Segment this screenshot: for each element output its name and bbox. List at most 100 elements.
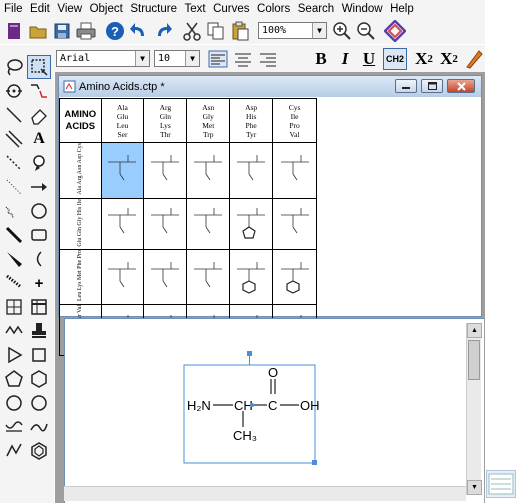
structure-cell[interactable] bbox=[186, 249, 231, 306]
minimize-button[interactable] bbox=[395, 79, 417, 93]
hash-bond-icon[interactable] bbox=[2, 175, 26, 199]
align-center-icon[interactable] bbox=[232, 48, 254, 70]
marquee-icon[interactable] bbox=[27, 55, 51, 79]
align-left-icon[interactable] bbox=[207, 48, 229, 70]
structure-cell[interactable] bbox=[229, 197, 274, 251]
hashed-wedge-icon[interactable] bbox=[2, 271, 26, 295]
double-bond-icon[interactable] bbox=[2, 127, 26, 151]
menu-search[interactable]: Search bbox=[298, 3, 334, 15]
chevron-down-icon[interactable]: ▼ bbox=[135, 51, 149, 66]
structure-cell[interactable] bbox=[186, 142, 231, 199]
arc-icon[interactable] bbox=[27, 199, 51, 223]
superscript-button[interactable]: X2 bbox=[437, 48, 461, 70]
eraser-icon[interactable] bbox=[27, 103, 51, 127]
subscript-button[interactable]: X2 bbox=[412, 48, 436, 70]
chain-icon[interactable] bbox=[27, 79, 51, 103]
orbital-icon[interactable] bbox=[27, 151, 51, 175]
zoom-in-icon[interactable] bbox=[331, 20, 353, 42]
structure-cell[interactable] bbox=[143, 249, 188, 306]
zoom-out-icon[interactable] bbox=[355, 20, 377, 42]
redo-icon[interactable] bbox=[152, 20, 174, 42]
menu-text[interactable]: Text bbox=[185, 3, 206, 15]
cut-icon[interactable] bbox=[181, 20, 203, 42]
structure-cell[interactable] bbox=[229, 249, 274, 306]
cyclopentane-icon[interactable] bbox=[2, 415, 26, 439]
menu-structure[interactable]: Structure bbox=[130, 3, 177, 15]
undo-icon[interactable] bbox=[128, 20, 150, 42]
vertical-scrollbar[interactable]: ▲ ▼ bbox=[466, 323, 482, 495]
charge-icon[interactable]: + bbox=[27, 271, 51, 295]
italic-button[interactable]: I bbox=[334, 48, 356, 70]
pentagon-icon[interactable] bbox=[2, 367, 26, 391]
diamond-icon[interactable] bbox=[384, 20, 406, 42]
open-icon[interactable] bbox=[27, 20, 49, 42]
paste-icon[interactable] bbox=[229, 20, 251, 42]
align-right-icon[interactable] bbox=[257, 48, 279, 70]
scroll-up-icon[interactable]: ▲ bbox=[467, 323, 482, 338]
structure-cell[interactable] bbox=[272, 197, 317, 251]
structure-cell[interactable] bbox=[100, 142, 145, 199]
box-icon[interactable] bbox=[27, 223, 51, 247]
close-button[interactable] bbox=[447, 79, 475, 93]
table-icon[interactable] bbox=[27, 295, 51, 319]
structure-cell[interactable] bbox=[100, 249, 145, 306]
save-icon[interactable] bbox=[51, 20, 73, 42]
print-icon[interactable] bbox=[75, 20, 97, 42]
menu-file[interactable]: File bbox=[4, 3, 23, 15]
circle-icon[interactable] bbox=[2, 391, 26, 415]
preview-thumbnail[interactable] bbox=[486, 470, 516, 498]
arrow-icon[interactable] bbox=[27, 175, 51, 199]
structure-cell[interactable] bbox=[272, 249, 317, 306]
template-icon[interactable] bbox=[2, 439, 26, 463]
bracket-icon[interactable] bbox=[27, 247, 51, 271]
chemical-style-button[interactable]: CH2 bbox=[383, 48, 407, 70]
triangle-icon[interactable] bbox=[2, 343, 26, 367]
resize-handle[interactable] bbox=[312, 460, 317, 465]
chain-tool-icon[interactable] bbox=[2, 319, 26, 343]
stamp-icon[interactable] bbox=[27, 319, 51, 343]
text-tool-icon[interactable]: A bbox=[27, 127, 51, 151]
new-document-icon[interactable] bbox=[3, 20, 25, 42]
hexagon-ring-icon[interactable] bbox=[27, 439, 51, 463]
hexagon-icon[interactable] bbox=[27, 367, 51, 391]
wedge-bond-icon[interactable] bbox=[2, 247, 26, 271]
structure-cell[interactable] bbox=[272, 142, 317, 199]
dashed-bond-icon[interactable] bbox=[2, 151, 26, 175]
menu-colors[interactable]: Colors bbox=[257, 3, 290, 15]
alanine-structure[interactable]: H₂N CH C OH O CH₃ bbox=[175, 339, 335, 479]
structure-cell[interactable] bbox=[186, 197, 231, 251]
scroll-down-icon[interactable]: ▼ bbox=[467, 480, 482, 495]
horizontal-scrollbar[interactable] bbox=[64, 486, 466, 501]
menu-window[interactable]: Window bbox=[342, 3, 383, 15]
chevron-down-icon[interactable]: ▼ bbox=[185, 51, 199, 66]
drawing-window[interactable]: H₂N CH C OH O CH₃ bbox=[64, 318, 484, 503]
structure-cell[interactable] bbox=[143, 142, 188, 199]
bold-bond-icon[interactable] bbox=[2, 223, 26, 247]
document-canvas-blank[interactable] bbox=[319, 98, 481, 316]
grid-icon[interactable] bbox=[2, 295, 26, 319]
copy-icon[interactable] bbox=[205, 20, 227, 42]
structure-cell[interactable] bbox=[143, 197, 188, 251]
document-title-bar[interactable]: Amino Acids.ctp * bbox=[59, 76, 481, 97]
structure-cell[interactable] bbox=[100, 197, 145, 251]
structure-cell[interactable] bbox=[229, 142, 274, 199]
menu-edit[interactable]: Edit bbox=[30, 3, 50, 15]
underline-button[interactable]: U bbox=[358, 48, 380, 70]
menu-help[interactable]: Help bbox=[390, 3, 414, 15]
square-icon[interactable] bbox=[27, 343, 51, 367]
help-icon[interactable]: ? bbox=[104, 20, 126, 42]
curve-icon[interactable] bbox=[27, 415, 51, 439]
bond-icon[interactable] bbox=[2, 103, 26, 127]
octagon-icon[interactable] bbox=[27, 391, 51, 415]
rotate-icon[interactable] bbox=[2, 79, 26, 103]
menu-curves[interactable]: Curves bbox=[213, 3, 249, 15]
font-size-select[interactable]: 10 ▼ bbox=[154, 50, 200, 67]
bold-button[interactable]: B bbox=[310, 48, 332, 70]
chevron-down-icon[interactable]: ▼ bbox=[312, 23, 326, 38]
font-select[interactable]: Arial ▼ bbox=[56, 50, 150, 67]
maximize-button[interactable] bbox=[421, 79, 443, 93]
zoom-select[interactable]: 100% ▼ bbox=[258, 22, 327, 39]
color-icon[interactable] bbox=[464, 48, 484, 70]
wavy-bond-icon[interactable] bbox=[2, 199, 26, 223]
lasso-icon[interactable] bbox=[2, 55, 26, 79]
